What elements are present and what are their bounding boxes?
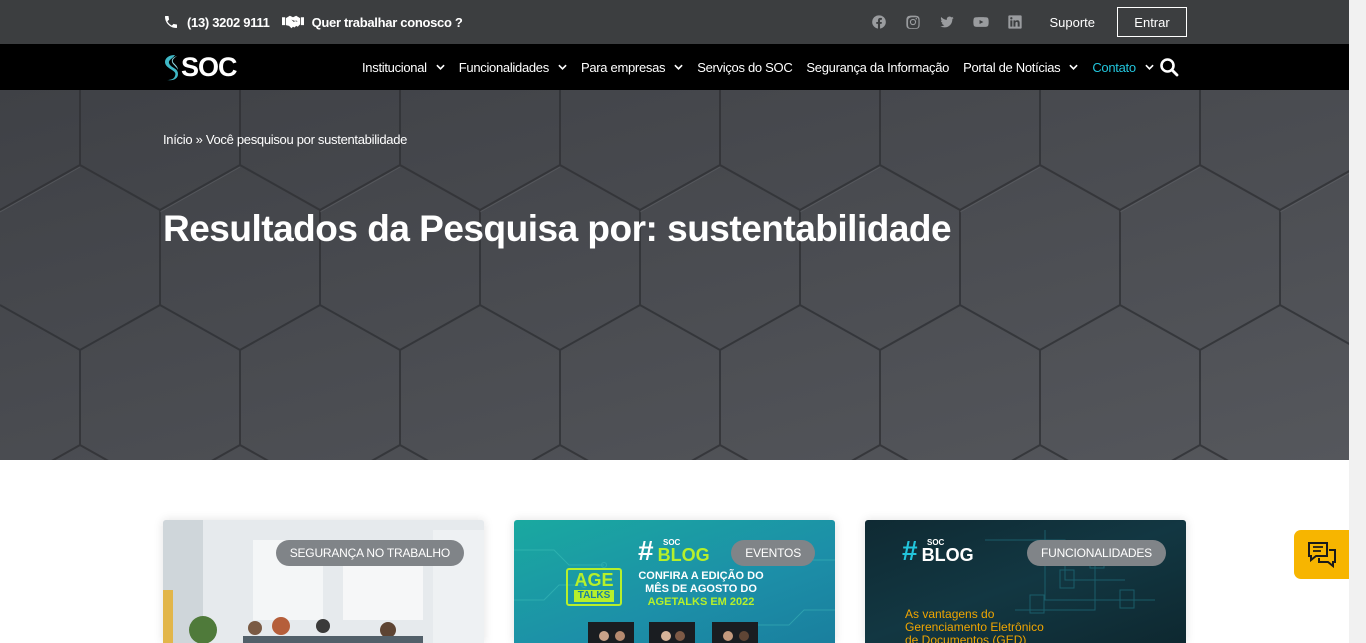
linkedin-icon[interactable] <box>1007 14 1023 30</box>
headline-line: CONFIRA A EDIÇÃO DO <box>638 570 764 582</box>
twitter-icon[interactable] <box>939 14 955 30</box>
logo-text: SOC <box>181 51 238 82</box>
nav-label: Contato <box>1092 59 1136 75</box>
chevron-down-icon <box>1145 64 1154 70</box>
nav-label: Serviços do SOC <box>697 59 793 75</box>
nav-label: Para empresas <box>580 59 666 75</box>
work-with-us-label: Quer trabalhar conosco ? <box>311 14 463 30</box>
search-icon[interactable] <box>1159 57 1179 77</box>
nav-item-servicos[interactable]: Serviços do SOC <box>697 59 793 75</box>
chevron-down-icon <box>436 64 445 70</box>
blog-soc-label: SOC <box>927 538 945 547</box>
phone-icon <box>165 16 177 28</box>
scrollbar[interactable] <box>1349 0 1366 643</box>
result-card[interactable]: # SOC BLOG AGE TALKS CONFIRA A EDIÇÃO DO… <box>514 520 835 643</box>
chat-icon <box>1308 541 1336 568</box>
support-link[interactable]: Suporte <box>1049 15 1095 30</box>
main-nav: SOC Institucional Funcionalidades Para e… <box>0 44 1349 90</box>
instagram-icon[interactable] <box>905 14 921 30</box>
page-title: Resultados da Pesquisa por: sustentabili… <box>163 208 952 249</box>
phone-number: (13) 3202 9111 <box>187 14 270 30</box>
card-headline: CONFIRA A EDIÇÃO DO MÊS DE AGOSTO DO AGE… <box>636 570 766 609</box>
headline-line: MÊS DE AGOSTO DO <box>645 583 757 595</box>
blog-label: BLOG <box>921 545 974 565</box>
blog-label: BLOG <box>657 545 710 565</box>
nav-item-contato[interactable]: Contato <box>1092 59 1154 75</box>
category-badge[interactable]: FUNCIONALIDADES <box>1026 540 1166 566</box>
blog-soc-label: SOC <box>663 538 681 547</box>
agetalks-logo: AGE TALKS <box>566 568 622 606</box>
search-hero: Início » Você pesquisou por sustentabili… <box>0 90 1349 460</box>
nav-item-institucional[interactable]: Institucional <box>362 60 445 75</box>
page: (13) 3202 9111 Quer trabalhar conosco ? … <box>0 0 1349 643</box>
card-headline: As vantagens do Gerenciamento Eletrônico… <box>905 608 1044 643</box>
office-meeting-photo <box>163 520 484 643</box>
nav-item-seguranca[interactable]: Segurança da Informação <box>806 60 949 75</box>
nav-label: Segurança da Informação <box>806 59 950 75</box>
nav-label: Institucional <box>362 59 427 75</box>
blog-logo: # SOC BLOG <box>638 535 710 566</box>
chevron-down-icon <box>1069 64 1079 70</box>
top-bar: (13) 3202 9111 Quer trabalhar conosco ? … <box>0 0 1349 44</box>
chevron-down-icon <box>674 64 683 70</box>
chat-button[interactable] <box>1294 530 1349 579</box>
nav-item-portal-noticias[interactable]: Portal de Notícias <box>963 59 1079 75</box>
agetalks-talks: TALKS <box>574 590 614 602</box>
nav-item-para-empresas[interactable]: Para empresas <box>581 60 683 75</box>
nav-item-funcionalidades[interactable]: Funcionalidades <box>459 60 567 75</box>
blog-logo: # SOC BLOG <box>902 535 974 566</box>
video-call-thumbnails <box>588 622 758 643</box>
youtube-icon[interactable] <box>973 14 990 30</box>
nav-label: Funcionalidades <box>458 59 549 75</box>
agetalks-age: AGE <box>574 570 614 590</box>
nav-menu: Institucional Funcionalidades Para empre… <box>362 44 1168 90</box>
hash-icon: # <box>902 535 918 566</box>
soc-logo-mark <box>165 54 178 80</box>
hash-icon: # <box>638 535 654 566</box>
facebook-icon[interactable] <box>871 14 887 30</box>
soc-logo[interactable]: SOC <box>163 51 238 83</box>
phone-link[interactable]: (13) 3202 9111 <box>163 14 270 30</box>
category-badge[interactable]: EVENTOS <box>731 540 815 566</box>
headline-line: AGETALKS EM 2022 <box>647 596 755 608</box>
category-badge[interactable]: SEGURANÇA NO TRABALHO <box>275 540 464 566</box>
login-button[interactable]: Entrar <box>1117 7 1187 37</box>
handshake-icon <box>281 15 304 29</box>
result-card[interactable]: SEGURANÇA NO TRABALHO <box>163 520 484 643</box>
work-with-us-link[interactable]: Quer trabalhar conosco ? <box>281 14 463 30</box>
nav-label: Portal de Notícias <box>963 59 1061 75</box>
chevron-down-icon <box>558 64 567 70</box>
headline-line: de Documentos (GED) <box>905 633 1027 643</box>
result-card[interactable]: # SOC BLOG As vantagens do Gerenciamento… <box>865 520 1186 643</box>
breadcrumb: Início » Você pesquisou por sustentabili… <box>163 132 408 147</box>
